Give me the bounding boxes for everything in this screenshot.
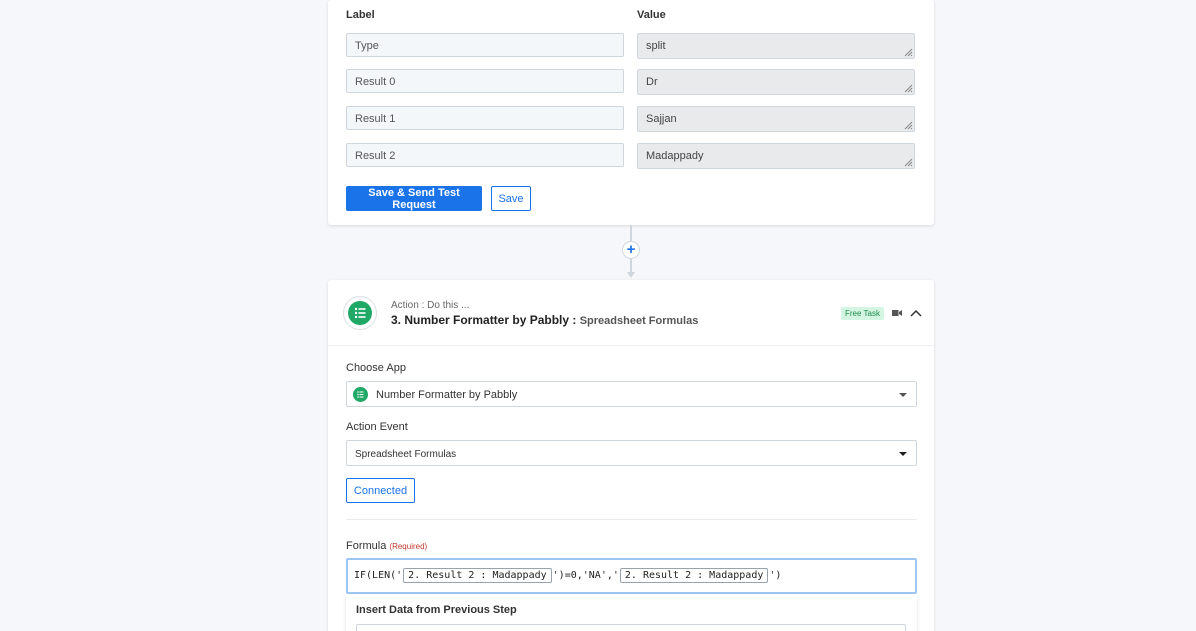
action-event-label: Action Event xyxy=(346,421,408,433)
response-card: Label Value Type split Result 0 Dr Resul… xyxy=(328,0,934,225)
value-text: split xyxy=(646,40,666,52)
value-text: Dr xyxy=(646,76,658,88)
connected-button[interactable]: Connected xyxy=(346,478,415,503)
required-indicator: (Required) xyxy=(389,542,428,551)
selected-event: Spreadsheet Formulas xyxy=(355,449,457,460)
value-text: Sajjan xyxy=(646,113,677,125)
step-title: 3. Number Formatter by Pabbly : Spreadsh… xyxy=(391,313,698,327)
free-task-badge: Free Task xyxy=(841,307,884,320)
value-field-result-0[interactable]: Dr xyxy=(637,69,915,95)
formula-prefix: IF(LEN(' xyxy=(354,570,403,581)
step-header[interactable]: Action : Do this ... 3. Number Formatter… xyxy=(328,280,934,346)
data-pill-result-2[interactable]: 2. Result 2 : Madappady xyxy=(403,568,552,583)
divider xyxy=(346,519,917,520)
value-text: Madappady xyxy=(646,150,704,162)
action-step-card: Action : Do this ... 3. Number Formatter… xyxy=(328,280,934,631)
resize-grip-icon[interactable] xyxy=(904,121,913,130)
label-column-header: Label xyxy=(346,9,375,21)
connector-line-bottom xyxy=(630,259,632,273)
number-formatter-icon xyxy=(353,387,368,402)
formula-middle: ')=0,'NA',' xyxy=(552,570,619,581)
label-field-result-2[interactable]: Result 2 xyxy=(346,143,624,167)
step-app-name: 3. Number Formatter by Pabbly : xyxy=(391,313,577,327)
save-button[interactable]: Save xyxy=(491,186,531,211)
action-event-select[interactable]: Spreadsheet Formulas xyxy=(346,440,917,466)
resize-grip-icon[interactable] xyxy=(904,158,913,167)
connector-line-top xyxy=(630,225,632,241)
save-send-test-request-button[interactable]: Save & Send Test Request xyxy=(346,186,482,211)
step-event-name: Spreadsheet Formulas xyxy=(579,315,699,327)
insert-data-search[interactable] xyxy=(356,624,906,631)
value-field-result-1[interactable]: Sajjan xyxy=(637,106,915,132)
choose-app-label: Choose App xyxy=(346,362,406,374)
app-logo xyxy=(343,296,377,330)
chevron-down-icon xyxy=(899,393,907,397)
insert-data-panel: Insert Data from Previous Step xyxy=(346,594,917,631)
value-field-result-2[interactable]: Madappady xyxy=(637,143,915,169)
chevron-up-icon[interactable] xyxy=(910,308,922,318)
label-field-result-1[interactable]: Result 1 xyxy=(346,106,624,130)
resize-grip-icon[interactable] xyxy=(904,48,913,57)
label-field-type[interactable]: Type xyxy=(346,33,624,57)
video-icon[interactable] xyxy=(892,309,902,317)
formula-input[interactable]: IF(LEN(' 2. Result 2 : Madappady ')=0,'NA'… xyxy=(346,558,917,594)
selected-app: Number Formatter by Pabbly xyxy=(376,389,518,401)
insert-data-title: Insert Data from Previous Step xyxy=(356,604,517,616)
data-pill-result-2[interactable]: 2. Result 2 : Madappady xyxy=(619,568,769,583)
add-step-button[interactable]: + xyxy=(622,241,640,259)
resize-grip-icon[interactable] xyxy=(904,84,913,93)
formula-label-text: Formula xyxy=(346,540,387,552)
number-formatter-icon xyxy=(348,301,372,325)
value-column-header: Value xyxy=(637,9,666,21)
step-subtitle: Action : Do this ... xyxy=(391,300,470,311)
chevron-down-icon xyxy=(899,452,907,456)
value-field-type[interactable]: split xyxy=(637,33,915,59)
choose-app-select[interactable]: Number Formatter by Pabbly xyxy=(346,381,917,407)
formula-suffix: ') xyxy=(769,570,782,581)
label-field-result-0[interactable]: Result 0 xyxy=(346,69,624,93)
arrow-down-icon xyxy=(627,272,635,278)
formula-label: Formula (Required) xyxy=(346,540,427,552)
